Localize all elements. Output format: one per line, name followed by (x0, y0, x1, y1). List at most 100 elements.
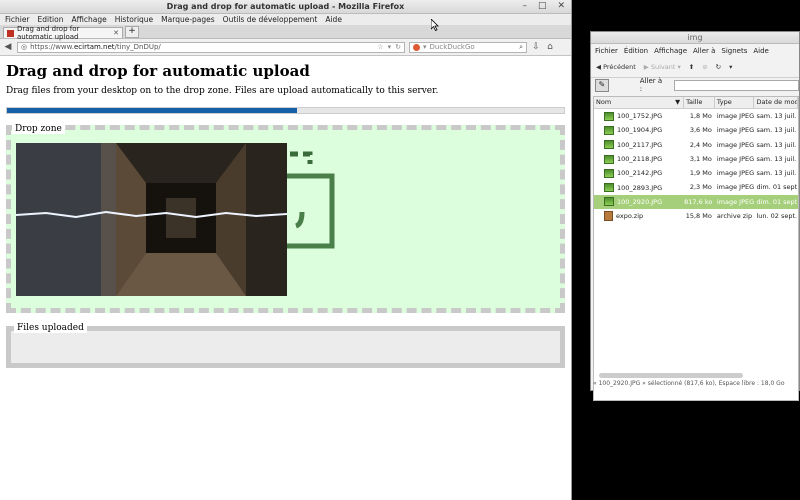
globe-icon: ◎ (21, 43, 28, 51)
file-date: sam. 13 juil. 2 (756, 169, 798, 178)
search-icon[interactable]: ⌕ (519, 43, 523, 52)
file-row[interactable]: 100_2920.JPG 817,6 ko image JPEG dim. 01 se… (594, 194, 798, 210)
file-list-header: Nom ▼ Taille Type Date de modif (594, 97, 798, 109)
file-date: sam. 13 juil. 2 (756, 140, 798, 149)
file-row[interactable]: 100_2142.JPG 1,9 Mo image JPEG sam. 13 juil… (594, 166, 798, 180)
file-name: 100_2893.JPG (617, 183, 663, 192)
file-name: 100_1904.JPG (617, 126, 663, 135)
file-type: image JPEG (716, 197, 755, 206)
tab-label: Drag and drop for automatic upload (17, 25, 80, 41)
page-title: Drag and drop for automatic upload (6, 62, 310, 80)
file-row[interactable]: 100_1752.JPG 1,8 Mo image JPEG sam. 13 juil… (594, 109, 798, 123)
file-type: image JPEG (716, 112, 755, 120)
download-icon[interactable]: ⇩ (531, 42, 541, 52)
sort-arrow-icon: ▼ (675, 98, 681, 106)
menu-historique[interactable]: Historique (115, 14, 153, 25)
file-name: 100_2117.JPG (617, 140, 663, 149)
tab-close-icon[interactable]: ✕ (113, 29, 119, 37)
file-size: 1,8 Mo (689, 112, 712, 120)
file-size: 2,3 Mo (689, 183, 712, 192)
menu-fichier[interactable]: Fichier (5, 14, 30, 25)
page-description: Drag files from your desktop on to the d… (6, 86, 439, 96)
back-arrow-icon: ◀ (596, 63, 601, 71)
tab-active[interactable]: Drag and drop for automatic upload ✕ (3, 25, 123, 41)
file-size: 1,9 Mo (689, 169, 712, 178)
column-name[interactable]: Nom ▼ (594, 97, 685, 108)
fm-menu-aller-a[interactable]: Aller à (693, 46, 715, 57)
minimize-icon[interactable]: – (522, 0, 527, 13)
file-row[interactable]: 100_1904.JPG 3,6 Mo image JPEG sam. 13 juil… (594, 123, 798, 137)
search-bar[interactable]: ▾ DuckDuckGo ⌕ (409, 41, 527, 53)
column-type[interactable]: Type (715, 97, 755, 108)
column-date[interactable]: Date de modif (754, 97, 798, 108)
window-titlebar[interactable]: Drag and drop for automatic upload - Moz… (0, 0, 571, 14)
window-title: Drag and drop for automatic upload - Moz… (166, 2, 405, 11)
file-type: image JPEG (716, 154, 755, 163)
menu-bar: Fichier Edition Affichage Historique Mar… (0, 14, 571, 25)
home-icon[interactable]: ⌂ (545, 42, 555, 52)
column-size[interactable]: Taille (684, 97, 715, 108)
parent-folder-icon[interactable]: ⬆ (689, 63, 694, 71)
maximize-icon[interactable]: □ (538, 0, 547, 13)
file-size: 15,8 Mo (685, 212, 712, 221)
file-row[interactable]: 100_2117.JPG 2,4 Mo image JPEG sam. 13 juil… (594, 138, 798, 152)
reload-icon[interactable]: ↻ (395, 43, 401, 51)
search-placeholder: DuckDuckGo (429, 43, 475, 51)
file-date: dim. 01 sept. (756, 183, 798, 192)
file-manager-titlebar[interactable]: img (591, 32, 799, 44)
back-button[interactable]: ◀ Précédent (596, 63, 636, 71)
file-name-cell: 100_2117.JPG (594, 138, 684, 152)
file-manager-toolbar: ◀ Précédent ▶ Suivant ▾ ⬆ ⊘ ↻ ▾ (591, 57, 799, 78)
file-row[interactable]: expo.zip 15,8 Mo archive zip lun. 02 sept. … (594, 209, 798, 223)
forward-arrow-icon: ▶ (643, 63, 649, 71)
fm-menu-fichier[interactable]: Fichier (595, 46, 618, 57)
file-name: 100_2142.JPG (617, 169, 663, 178)
file-type: image JPEG (716, 183, 755, 192)
search-engine-dropdown-icon[interactable]: ▾ (423, 43, 427, 51)
new-tab-button[interactable]: + (125, 26, 139, 38)
menu-aide[interactable]: Aide (325, 14, 342, 25)
fm-menu-edition[interactable]: Édition (624, 46, 648, 57)
files-uploaded-legend: Files uploaded (14, 323, 87, 333)
menu-affichage[interactable]: Affichage (71, 14, 106, 25)
image-file-icon (604, 140, 614, 150)
fm-menu-affichage[interactable]: Affichage (654, 46, 687, 57)
url-bar[interactable]: ◎ https://www.ecirtam.net/tiny_DnDUp/ ☆ … (17, 41, 405, 53)
file-name: 100_2118.JPG (617, 155, 663, 164)
location-bar: ✎ Aller à : (591, 77, 799, 93)
back-button-label: Précédent (603, 63, 636, 71)
file-row[interactable]: 100_2118.JPG 3,1 Mo image JPEG sam. 13 juil… (594, 152, 798, 166)
upload-progress-fill (7, 108, 297, 113)
edit-location-button[interactable]: ✎ (595, 78, 609, 92)
menu-marque-pages[interactable]: Marque-pages (161, 14, 215, 25)
reload-icon[interactable]: ↻ (716, 63, 721, 71)
close-icon[interactable]: ✕ (557, 0, 565, 13)
fm-menu-aide[interactable]: Aide (753, 46, 768, 57)
dragged-photo-thumbnail[interactable] (16, 143, 287, 296)
dropdown-arrow-icon[interactable]: ▾ (388, 43, 392, 51)
horizontal-scrollbar[interactable] (599, 373, 743, 378)
fm-menu-signets[interactable]: Signets (721, 46, 747, 57)
image-file-icon (604, 154, 614, 164)
bookmark-star-icon[interactable]: ☆ (377, 43, 383, 51)
back-arrow-icon[interactable]: ◀ (3, 42, 13, 52)
url-host: ecirtam.net (73, 43, 115, 51)
go-label: Aller à : (639, 77, 663, 93)
column-name-label: Nom (596, 98, 612, 106)
stop-icon[interactable]: ⊘ (702, 63, 707, 71)
file-size: 2,4 Mo (689, 140, 712, 149)
file-row[interactable]: 100_2893.JPG 2,3 Mo image JPEG dim. 01 sept… (594, 180, 798, 194)
forward-button[interactable]: ▶ Suivant ▾ (644, 63, 681, 71)
location-input[interactable] (674, 79, 799, 91)
menu-outils-dev[interactable]: Outils de développement (223, 14, 318, 25)
image-file-icon (604, 183, 614, 193)
duckduckgo-icon (413, 43, 420, 51)
file-size: 817,6 ko (684, 197, 713, 206)
archive-file-icon (604, 211, 613, 222)
file-name: 100_2920.JPG (617, 197, 663, 206)
file-date: dim. 01 sept. (756, 197, 798, 206)
toolbar-menu-icon[interactable]: ▾ (729, 63, 732, 71)
menu-edition[interactable]: Edition (38, 14, 64, 25)
tab-strip: Drag and drop for automatic upload ✕ + (0, 25, 571, 41)
file-name-cell: 100_2893.JPG (594, 180, 684, 194)
